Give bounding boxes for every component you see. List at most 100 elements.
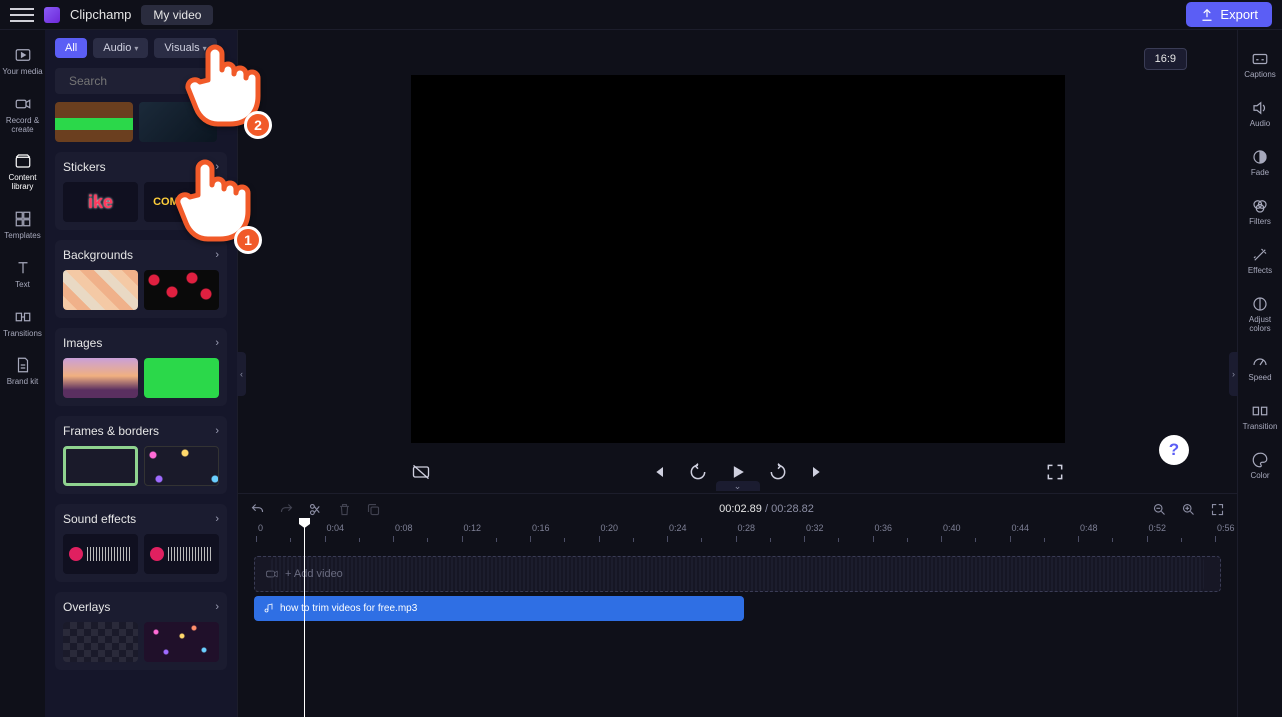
speed-icon xyxy=(1251,353,1269,371)
section-header[interactable]: Backgrounds› xyxy=(63,248,219,262)
chevron-right-icon: › xyxy=(215,601,219,613)
library-thumb[interactable] xyxy=(63,270,138,310)
ruler-tick-label: 0:24 xyxy=(669,523,687,533)
brand-icon xyxy=(14,356,32,374)
ruler-tick-label: 0:20 xyxy=(601,523,619,533)
camera-icon xyxy=(14,95,32,113)
section-header[interactable]: Overlays› xyxy=(63,600,219,614)
section-header[interactable]: Sound effects› xyxy=(63,512,219,526)
ruler-tick-label: 0:32 xyxy=(806,523,824,533)
collapse-timeline-icon[interactable]: ⌄ xyxy=(716,481,760,491)
hide-controls-icon[interactable] xyxy=(411,462,431,482)
menu-icon[interactable] xyxy=(10,3,34,27)
aspect-ratio-badge[interactable]: 16:9 xyxy=(1144,48,1187,70)
transition-icon xyxy=(1251,402,1269,420)
library-thumb[interactable] xyxy=(144,358,219,398)
help-button[interactable]: ? xyxy=(1159,435,1189,465)
tool-text[interactable]: Text xyxy=(0,253,45,296)
audio-track[interactable]: how to trim videos for free.mp3 xyxy=(254,596,1221,621)
skip-start-icon[interactable] xyxy=(648,462,668,482)
tool-content-library[interactable]: Content library xyxy=(0,146,45,198)
library-thumb[interactable] xyxy=(63,534,138,574)
tracks-area[interactable]: + Add video how to trim videos for free.… xyxy=(238,546,1237,717)
collapse-props-icon[interactable]: › xyxy=(1229,352,1238,396)
tool-templates[interactable]: Templates xyxy=(0,204,45,247)
chevron-down-icon: ▾ xyxy=(134,44,138,53)
library-thumb[interactable] xyxy=(63,358,138,398)
library-thumb[interactable] xyxy=(144,446,219,486)
tool-transitions[interactable]: Transitions xyxy=(0,302,45,345)
ruler-tick-label: 0:36 xyxy=(875,523,893,533)
section-header[interactable]: Stickers› xyxy=(63,160,219,174)
ruler-tick-label: 0:52 xyxy=(1149,523,1167,533)
prop-color[interactable]: Color xyxy=(1238,445,1282,486)
project-title[interactable]: My video xyxy=(141,5,213,25)
templates-icon xyxy=(14,210,32,228)
split-icon[interactable] xyxy=(308,502,323,517)
library-thumb[interactable] xyxy=(55,102,133,142)
zoom-out-icon[interactable] xyxy=(1152,502,1167,517)
palette-icon xyxy=(1251,451,1269,469)
forward-icon[interactable] xyxy=(768,462,788,482)
library-thumb[interactable] xyxy=(144,622,219,662)
zoom-in-icon[interactable] xyxy=(1181,502,1196,517)
video-track[interactable]: + Add video xyxy=(254,556,1221,592)
left-toolstrip: Your media Record & create Content libra… xyxy=(0,30,45,717)
library-thumb[interactable]: ike xyxy=(63,182,138,222)
rewind-icon[interactable] xyxy=(688,462,708,482)
ruler-tick-label: 0:44 xyxy=(1012,523,1030,533)
skip-end-icon[interactable] xyxy=(808,462,828,482)
chip-visuals[interactable]: Visuals▾ xyxy=(154,38,216,58)
filters-icon xyxy=(1251,197,1269,215)
chevron-right-icon: › xyxy=(215,425,219,437)
ruler-tick-label: 0:56 xyxy=(1217,523,1235,533)
prop-speed[interactable]: Speed xyxy=(1238,347,1282,388)
time-ruler[interactable]: 00:040:080:120:160:200:240:280:320:360:4… xyxy=(238,524,1237,546)
search-field[interactable] xyxy=(69,74,224,88)
library-thumb[interactable]: COMMENT xyxy=(144,182,219,222)
audio-clip[interactable]: how to trim videos for free.mp3 xyxy=(254,596,744,621)
top-bar: Clipchamp My video Export xyxy=(0,0,1282,30)
chip-audio[interactable]: Audio▾ xyxy=(93,38,148,58)
undo-icon[interactable] xyxy=(250,502,265,517)
redo-icon[interactable] xyxy=(279,502,294,517)
fullscreen-icon[interactable] xyxy=(1045,462,1065,482)
play-icon[interactable] xyxy=(728,462,748,482)
music-icon xyxy=(262,603,274,615)
preview-canvas[interactable] xyxy=(411,75,1065,443)
prop-audio[interactable]: Audio xyxy=(1238,93,1282,134)
tool-record-create[interactable]: Record & create xyxy=(0,89,45,141)
library-icon xyxy=(14,152,32,170)
duplicate-icon[interactable] xyxy=(366,502,381,517)
export-button[interactable]: Export xyxy=(1186,2,1272,27)
library-thumb[interactable] xyxy=(63,446,138,486)
chip-all[interactable]: All xyxy=(55,38,87,58)
brand-logo-icon xyxy=(44,7,60,23)
playhead[interactable] xyxy=(304,524,305,717)
upload-icon xyxy=(1200,8,1214,22)
section-images: Images› xyxy=(55,328,227,406)
library-thumb[interactable] xyxy=(144,270,219,310)
section-header[interactable]: Frames & borders› xyxy=(63,424,219,438)
library-thumb[interactable] xyxy=(144,534,219,574)
trash-icon[interactable] xyxy=(337,502,352,517)
prop-transition[interactable]: Transition xyxy=(1238,396,1282,437)
prop-fade[interactable]: Fade xyxy=(1238,142,1282,183)
section-header[interactable]: Images› xyxy=(63,336,219,350)
ruler-tick-label: 0:28 xyxy=(738,523,756,533)
prop-adjust[interactable]: Adjust colors xyxy=(1238,289,1282,339)
timeline-toolbar: 00:02.89 / 00:28.82 xyxy=(238,494,1237,524)
tool-your-media[interactable]: Your media xyxy=(0,40,45,83)
zoom-fit-icon[interactable] xyxy=(1210,502,1225,517)
library-thumb[interactable] xyxy=(139,102,217,142)
prop-filters[interactable]: Filters xyxy=(1238,191,1282,232)
library-thumb[interactable] xyxy=(63,622,138,662)
ruler-tick-label: 0:48 xyxy=(1080,523,1098,533)
ruler-tick-label: 0:40 xyxy=(943,523,961,533)
tool-brand-kit[interactable]: Brand kit xyxy=(0,350,45,393)
search-input[interactable] xyxy=(55,68,227,94)
collapse-panel-icon[interactable]: ‹ xyxy=(237,352,246,396)
fade-icon xyxy=(1251,148,1269,166)
prop-effects[interactable]: Effects xyxy=(1238,240,1282,281)
prop-captions[interactable]: Captions xyxy=(1238,44,1282,85)
